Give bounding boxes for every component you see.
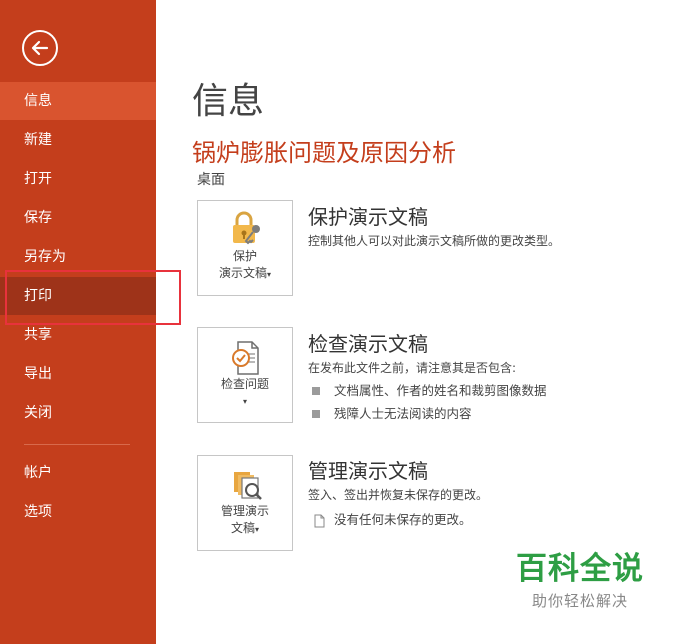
sidebar-item-open[interactable]: 打开 [0,160,156,198]
document-title: 锅炉膨胀问题及原因分析 [192,139,456,167]
bullet-square-icon [312,409,320,418]
document-location[interactable]: 桌面 [197,169,225,189]
sidebar-item-new[interactable]: 新建 [0,121,156,159]
chevron-down-icon: ▾ [267,270,272,279]
chevron-down-icon: ▾ [242,397,247,406]
back-button[interactable] [22,30,58,66]
sidebar-item-export[interactable]: 导出 [0,355,156,393]
sidebar-item-account[interactable]: 帐户 [0,454,156,492]
annotation-highlight-box [5,270,181,325]
check-issues-chevron: ▾ [198,392,292,410]
inspect-heading: 检查演示文稿 [308,332,428,356]
inspect-bullet-item: 文档属性、作者的姓名和裁剪图像数据 [312,380,547,399]
check-issues-button[interactable]: 检查问题 ▾ [197,327,293,423]
manage-note: 没有任何未保存的更改。 [312,509,472,528]
chevron-down-icon: ▾ [255,525,260,534]
protect-button-label-line1: 保护 [232,249,257,263]
protect-description: 控制其他人可以对此演示文稿所做的更改类型。 [308,234,561,248]
lock-key-icon [233,211,260,245]
manage-button-label-line2: 文稿▾ [230,521,260,535]
inspect-document-icon [232,341,259,375]
sidebar-item-options[interactable]: 选项 [0,493,156,531]
protect-heading: 保护演示文稿 [308,205,428,229]
inspect-description: 在发布此文件之前，请注意其是否包含: [308,361,517,375]
page-title: 信息 [192,81,265,122]
manage-description: 签入、签出并恢复未保存的更改。 [308,488,489,502]
sidebar-item-close[interactable]: 关闭 [0,394,156,432]
protect-presentation-button[interactable]: 保护 演示文稿▾ [197,200,293,296]
manage-button-label-line1: 管理演示 [220,504,269,518]
manage-versions-icon [234,472,262,500]
document-icon [314,514,325,527]
sidebar-item-save[interactable]: 保存 [0,199,156,237]
sidebar-item-info[interactable]: 信息 [0,82,156,120]
check-issues-label: 检查问题 [220,377,269,391]
sidebar-divider [24,444,130,445]
inspect-bullet-item: 残障人士无法阅读的内容 [312,403,472,422]
manage-heading: 管理演示文稿 [308,459,428,483]
watermark-title: 百科全说 [516,551,644,587]
manage-presentation-button[interactable]: 管理演示 文稿▾ [197,455,293,551]
watermark-logo: 百科全说 助你轻松解决 [494,535,666,620]
watermark-subtitle: 助你轻松解决 [531,592,628,610]
back-arrow-icon [31,40,49,56]
protect-button-label-line2: 演示文稿▾ [218,266,272,280]
bullet-square-icon [312,386,320,395]
